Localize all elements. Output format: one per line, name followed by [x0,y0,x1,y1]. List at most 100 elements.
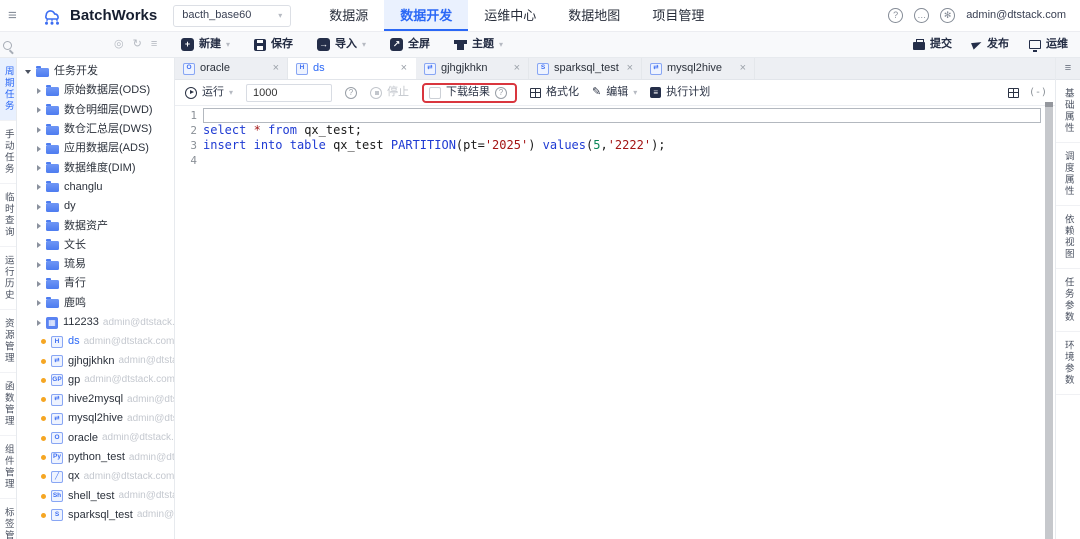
editor-scrollbar[interactable] [1045,102,1053,539]
run-button[interactable]: 运行 ▾ [185,86,233,99]
tree-folder-row[interactable]: 数据维度(DIM) [17,158,174,177]
collapse-icon[interactable]: (-) [1029,87,1047,98]
tree-folder-row[interactable]: 原始数据层(ODS) [17,81,174,100]
code-editor[interactable]: 1 2 3 4 select * from qx_test; insert into t… [175,106,1055,539]
sidebar-item-manual-task[interactable]: 手动任务 [0,121,16,184]
save-button[interactable]: 保存 [254,38,293,51]
download-result-label[interactable]: 下载结果 [446,87,490,98]
tree-task-row[interactable]: Sh shell_testadmin@dtstack.... [17,487,174,506]
result-table-icon[interactable] [1007,87,1019,98]
caret-down-icon[interactable] [25,69,31,74]
sidebar-item-cycle-task[interactable]: 周期任务 [0,58,16,121]
submit-button[interactable]: 提交 [913,38,952,50]
format-button[interactable]: 格式化 [530,87,579,98]
tree-folder-row[interactable]: 鹿鸣 [17,294,174,313]
right-tab-schedule-props[interactable]: 调度属性 [1056,143,1080,206]
tree-task-row[interactable]: Hdsadmin@dtstack.com 锁... [17,332,174,351]
right-tab-task-params[interactable]: 任务参数 [1056,269,1080,332]
tree-folder-row[interactable]: 文长 [17,236,174,255]
code-line[interactable]: select * from qx_test; [203,123,1041,138]
sidebar-item-resource-manage[interactable]: 资源管理 [0,310,16,373]
right-tab-dependency-view[interactable]: 依赖视图 [1056,206,1080,269]
list-icon[interactable]: ≡ [151,39,157,50]
caret-right-icon[interactable] [37,203,41,210]
caret-right-icon[interactable] [37,184,41,191]
stop-button[interactable]: 停止 [370,86,409,99]
nav-item-data-map[interactable]: 数据地图 [552,0,636,31]
tree-task-row[interactable]: ⇄ hive2mysqladmin@dtstac... [17,390,174,409]
tree-task-row[interactable]: GP gpadmin@dtstack.com 锁... [17,371,174,390]
right-tab-basic-props[interactable]: 基础属性 [1056,80,1080,143]
help-icon[interactable]: ? [888,8,904,23]
theme-button[interactable]: 主题 ▾ [454,39,503,51]
settings-gear-icon[interactable]: ✻ [940,8,956,23]
code-area[interactable]: select * from qx_test; insert into table … [203,108,1041,168]
tree-folder-row[interactable]: dy [17,197,174,216]
caret-right-icon[interactable] [37,319,41,326]
ops-button[interactable]: 运维 [1029,39,1068,52]
fullscreen-button[interactable]: ↗ 全屏 [390,38,430,51]
tree-folder-row[interactable]: 应用数据层(ADS) [17,139,174,158]
new-button[interactable]: + 新建 ▾ [181,38,230,51]
locate-icon[interactable]: ◎ [114,39,124,50]
sidebar-item-function-manage[interactable]: 函数管理 [0,373,16,436]
import-button[interactable]: → 导入 ▾ [317,38,366,51]
edit-button[interactable]: ✎ 编辑 ▾ [592,87,637,98]
execution-plan-button[interactable]: ≡ 执行计划 [650,87,710,98]
row-limit-input[interactable] [246,83,333,102]
caret-right-icon[interactable] [37,223,41,230]
close-icon[interactable]: × [514,63,520,74]
project-select[interactable]: bacth_base60 ▾ [173,4,292,27]
close-icon[interactable]: × [401,63,407,74]
tab-list-icon[interactable]: ≡ [1065,63,1071,74]
tree-folder-row[interactable]: 琉易 [17,255,174,274]
tab-ds[interactable]: Hds × [288,58,416,79]
message-icon[interactable]: … [914,8,930,23]
tab-sparksql_test[interactable]: Ssparksql_test × [529,58,642,79]
sidebar-item-run-history[interactable]: 运行历史 [0,247,16,310]
tree-task-row[interactable]: ╱ qxadmin@dtstack.com 锁... [17,467,174,486]
download-result-checkbox[interactable] [429,86,442,99]
caret-right-icon[interactable] [37,165,41,172]
caret-right-icon[interactable] [37,300,41,307]
limit-help-icon[interactable]: ? [345,86,358,99]
sidebar-item-component-manage[interactable]: 组件管理 [0,436,16,499]
close-icon[interactable]: × [740,63,746,74]
refresh-icon[interactable]: ↻ [133,39,142,50]
close-icon[interactable]: × [627,63,633,74]
tab-mysql2hive[interactable]: ⇄ mysql2hive × [642,58,755,79]
tree-folder-row[interactable]: 数据资产 [17,216,174,235]
tree-folder-row[interactable]: 数仓汇总层(DWS) [17,120,174,139]
sidebar-item-tag-manage[interactable]: 标签管理 [0,499,16,539]
tree-folder-row[interactable]: changlu [17,178,174,197]
tab-oracle[interactable]: Ooracle × [175,58,288,79]
caret-right-icon[interactable] [37,242,41,249]
tree-task-row[interactable]: Ooracleadmin@dtstack.co... [17,429,174,448]
caret-right-icon[interactable] [37,145,41,152]
tree-folder-row[interactable]: 青行 [17,274,174,293]
code-line[interactable] [203,153,1041,168]
code-line[interactable]: insert into table qx_test PARTITION(pt='… [203,138,1041,153]
nav-item-datasource[interactable]: 数据源 [313,0,384,31]
tree-task-row[interactable]: ⇄ mysql2hiveadmin@dtstac... [17,409,174,428]
tree-task-row[interactable]: Ssparksql_testadmin@dtst... [17,506,174,525]
menu-icon[interactable]: ≡ [8,8,28,23]
caret-right-icon[interactable] [37,261,41,268]
nav-item-project-manage[interactable]: 项目管理 [636,0,720,31]
nav-item-data-develop[interactable]: 数据开发 [384,0,469,31]
caret-right-icon[interactable] [37,126,41,133]
sidebar-item-adhoc-query[interactable]: 临时查询 [0,184,16,247]
tree-folder-row[interactable]: 数仓明细层(DWD) [17,101,174,120]
caret-right-icon[interactable] [37,87,41,94]
tree-task-row[interactable]: ⇄ gjhgjkhknadmin@dtstack.... [17,351,174,370]
publish-button[interactable]: 发布 [971,39,1009,50]
nav-item-ops-center[interactable]: 运维中心 [468,0,552,31]
search-icon[interactable] [3,41,12,50]
caret-right-icon[interactable] [37,107,41,114]
download-help-icon[interactable]: ? [495,86,508,99]
tree-task-row[interactable]: Py python_testadmin@dtstac... [17,448,174,467]
tree-folder-row[interactable]: 任务开发 [17,62,174,81]
current-line[interactable] [203,108,1041,123]
user-email[interactable]: admin@dtstack.com [966,10,1066,21]
tree-task-row[interactable]: ▦ 112233admin@dtstack.c... [17,313,174,332]
